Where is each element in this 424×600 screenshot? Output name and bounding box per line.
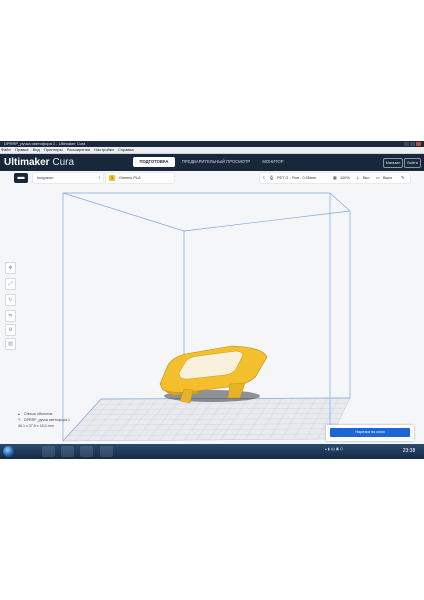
cura-taskbar-icon[interactable] [100, 446, 113, 457]
close-button[interactable] [416, 142, 421, 146]
printer-name: longneon [37, 175, 54, 180]
signin-button[interactable]: Войти [404, 158, 421, 168]
chevron-left-icon: ‹ [98, 175, 100, 181]
logo-product: Cura [49, 157, 75, 168]
app-logo: Ultimaker Cura [4, 156, 74, 169]
slice-panel: Нарезка на слои [326, 425, 414, 441]
object-dimensions: 46.1 x 37.8 x 18.0 mm [18, 424, 54, 428]
explorer-icon[interactable] [42, 446, 55, 457]
blocked-app-icon[interactable] [80, 446, 93, 457]
start-button[interactable] [3, 446, 14, 457]
maximize-button[interactable] [410, 142, 415, 146]
object-name: DPRRP_ручка светофора 1 [24, 418, 70, 422]
menu-printers[interactable]: Принтеры [44, 147, 63, 152]
app-header: Ultimaker Cura ПОДГОТОВКА ПРЕДВАРИТЕЛЬНЫ… [0, 154, 424, 171]
adhesion-icon: ▭ [376, 176, 380, 180]
chevron-left-icon: ‹ [263, 175, 265, 181]
slice-button[interactable]: Нарезка на слои [330, 428, 410, 437]
tab-prepare[interactable]: ПОДГОТОВКА [133, 157, 175, 167]
menu-bar: Файл Правка Вид Принтеры Расширения Наст… [0, 147, 424, 154]
open-file-button[interactable]: ▬ [14, 173, 28, 183]
menu-view[interactable]: Вид [33, 147, 40, 152]
object-list-label: Список объектов [24, 412, 53, 416]
menu-edit[interactable]: Правка [15, 147, 29, 152]
support-value: Вкл [363, 176, 370, 180]
profile-label: PET G - Fine - 0.05mm [277, 176, 317, 180]
minimize-button[interactable] [404, 142, 409, 146]
printer-selector[interactable]: longneon ‹ [33, 173, 103, 183]
taskbar: ▴ ▮ ◂)) ▣ ⌬ 23:38 [0, 444, 424, 459]
media-player-icon[interactable] [61, 446, 74, 457]
infill-value: 100% [340, 176, 350, 180]
toolbar: ▬ longneon ‹ 1 Generic PLA ‹ ⎙ PET G - F… [0, 172, 424, 184]
infill-icon: ▦ [333, 176, 337, 180]
folder-icon: ▬ [17, 174, 25, 181]
support-icon: ⊥ [356, 176, 360, 180]
logo-brand: Ultimaker [4, 157, 50, 168]
menu-preferences[interactable]: Настройки [94, 147, 114, 152]
extruder-badge: 1 [109, 175, 115, 181]
tab-monitor[interactable]: МОНИТОР [255, 157, 291, 167]
system-tray: ▴ ▮ ◂)) ▣ ⌬ [325, 447, 344, 451]
build-plate [62, 397, 351, 442]
menu-file[interactable]: Файл [1, 147, 11, 152]
profile-icon: ⎙ [270, 176, 274, 180]
material-name: Generic PLA [119, 176, 141, 180]
menu-help[interactable]: Справка [118, 147, 134, 152]
material-selector[interactable]: 1 Generic PLA [106, 173, 174, 183]
object-list: ▴ Список объектов ✎ DPRRP_ручка светофора … [18, 411, 70, 429]
marketplace-button[interactable]: Магазин [383, 158, 403, 168]
adhesion-value: Выкл [383, 176, 393, 180]
menu-extensions[interactable]: Расширения [67, 147, 90, 152]
tab-preview[interactable]: ПРЕДВАРИТЕЛЬНЫЙ ПРОСМОТР [179, 157, 253, 167]
edit-settings-icon[interactable]: ✎ [401, 173, 404, 183]
print-settings-panel[interactable]: ‹ ⎙ PET G - Fine - 0.05mm ▦ 100% ⊥ Вкл ▭… [260, 173, 410, 183]
cura-window: DPRRP_ручка светофора 1 - Ultimaker Cura… [0, 141, 424, 459]
taskbar-clock: 23:38 [402, 448, 416, 454]
